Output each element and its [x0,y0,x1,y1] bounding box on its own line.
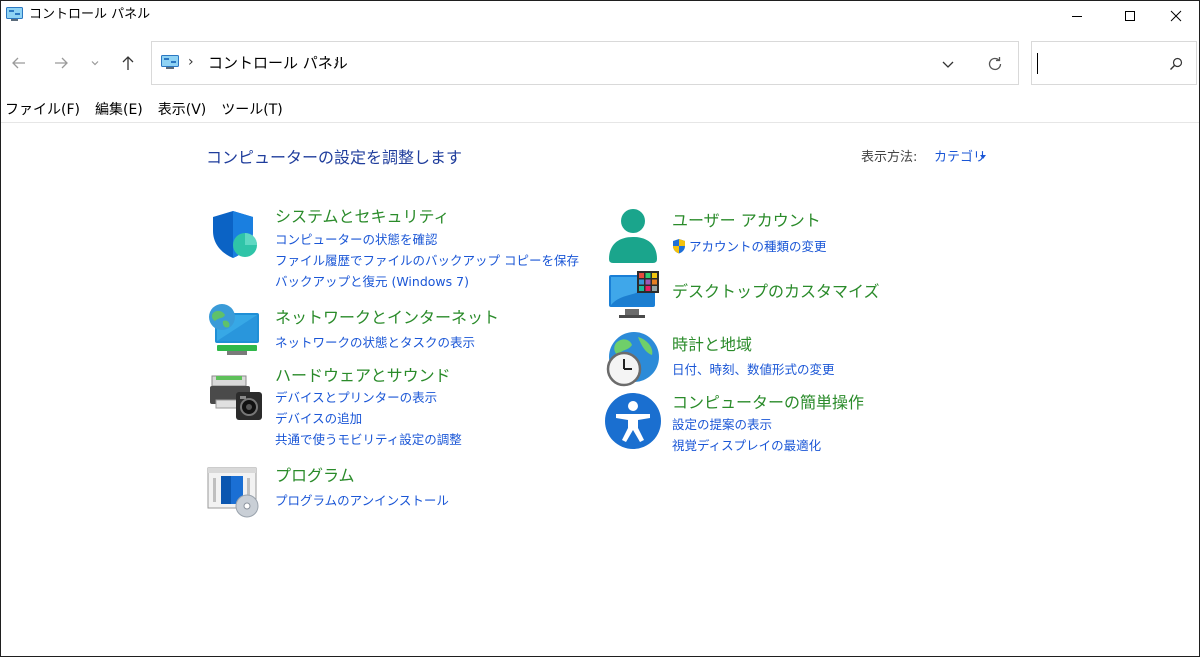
link-backup-restore[interactable]: バックアップと復元 (Windows 7) [275,274,469,290]
page-title: コンピューターの設定を調整します [206,148,463,167]
category-clock-region[interactable]: 時計と地域 [672,335,752,355]
network-globe-icon[interactable] [207,303,263,359]
forward-button[interactable] [47,49,75,77]
arrow-up-icon [122,56,134,70]
category-ease-of-access[interactable]: コンピューターの簡単操作 [672,393,864,413]
recent-locations-button[interactable] [83,49,107,77]
menu-divider [1,122,1199,123]
breadcrumb-control-panel[interactable]: コントロール パネル [208,54,348,72]
menu-edit[interactable]: 編集(E) [91,99,147,123]
minimize-button[interactable] [1054,1,1100,31]
close-icon [1170,10,1182,22]
printer-camera-icon[interactable] [208,372,264,424]
link-suggested-settings[interactable]: 設定の提案の表示 [672,417,772,433]
control-panel-icon [6,7,23,21]
title-bar[interactable]: コントロール パネル [1,1,1199,31]
category-desktop-customization[interactable]: デスクトップのカスタマイズ [672,282,880,302]
category-system-security[interactable]: システムとセキュリティ [275,207,450,227]
control-panel-icon [161,55,179,69]
programs-icon[interactable] [207,466,263,518]
address-history-button[interactable] [938,56,958,72]
address-bar[interactable]: › コントロール パネル › [151,41,1019,85]
desktop-icon[interactable] [607,271,661,321]
link-date-time-format[interactable]: 日付、時刻、数値形式の変更 [672,362,835,378]
chevron-down-icon [91,61,99,66]
maximize-icon [1125,11,1135,21]
category-hardware-sound[interactable]: ハードウェアとサウンド [275,366,451,386]
close-button[interactable] [1153,1,1199,31]
link-mobility-settings[interactable]: 共通で使うモビリティ設定の調整 [275,432,462,448]
category-user-accounts[interactable]: ユーザー アカウント [672,211,821,231]
link-change-account-type[interactable]: アカウントの種類の変更 [689,239,827,255]
search-icon[interactable] [1168,56,1184,72]
category-programs[interactable]: プログラム [275,466,355,486]
menu-bar: ファイル(F) 編集(E) 表示(V) ツール(T) [1,99,294,123]
breadcrumb-separator-icon[interactable]: › [188,54,194,70]
arrow-right-icon [55,57,68,69]
maximize-button[interactable] [1107,1,1153,31]
link-check-status[interactable]: コンピューターの状態を確認 [275,232,438,248]
back-button[interactable] [5,49,33,77]
clock-globe-icon[interactable] [604,331,662,387]
category-network-internet[interactable]: ネットワークとインターネット [275,308,499,328]
menu-view[interactable]: 表示(V) [154,99,211,123]
shield-icon[interactable] [209,209,261,261]
window-title: コントロール パネル [29,7,151,22]
menu-file[interactable]: ファイル(F) [1,99,84,123]
link-uninstall-program[interactable]: プログラムのアンインストール [275,493,449,509]
minimize-icon [1072,16,1082,17]
menu-tools[interactable]: ツール(T) [217,99,286,123]
link-devices-printers[interactable]: デバイスとプリンターの表示 [275,390,437,406]
up-button[interactable] [114,49,142,77]
control-panel-window: コントロール パネル › コントロール パネル › ファイル(F) 編集(E) … [0,0,1200,657]
view-by-dropdown[interactable]: カテゴリ [934,149,986,167]
arrow-left-icon [12,57,25,69]
dropdown-caret-icon[interactable] [980,155,986,159]
accessibility-icon[interactable] [604,392,662,450]
text-caret [1037,53,1038,74]
refresh-icon [988,57,1002,71]
breadcrumb-separator-icon[interactable]: › [334,54,340,70]
user-icon[interactable] [606,207,660,263]
link-network-status[interactable]: ネットワークの状態とタスクの表示 [275,335,475,351]
uac-shield-icon [673,239,685,254]
chevron-down-icon [942,61,954,68]
view-by-label: 表示方法: [861,150,918,165]
link-file-history[interactable]: ファイル履歴でファイルのバックアップ コピーを保存 [275,253,579,269]
search-input[interactable] [1031,41,1197,85]
link-add-device[interactable]: デバイスの追加 [275,411,362,427]
link-optimize-display[interactable]: 視覚ディスプレイの最適化 [672,438,821,454]
refresh-button[interactable] [984,53,1006,75]
